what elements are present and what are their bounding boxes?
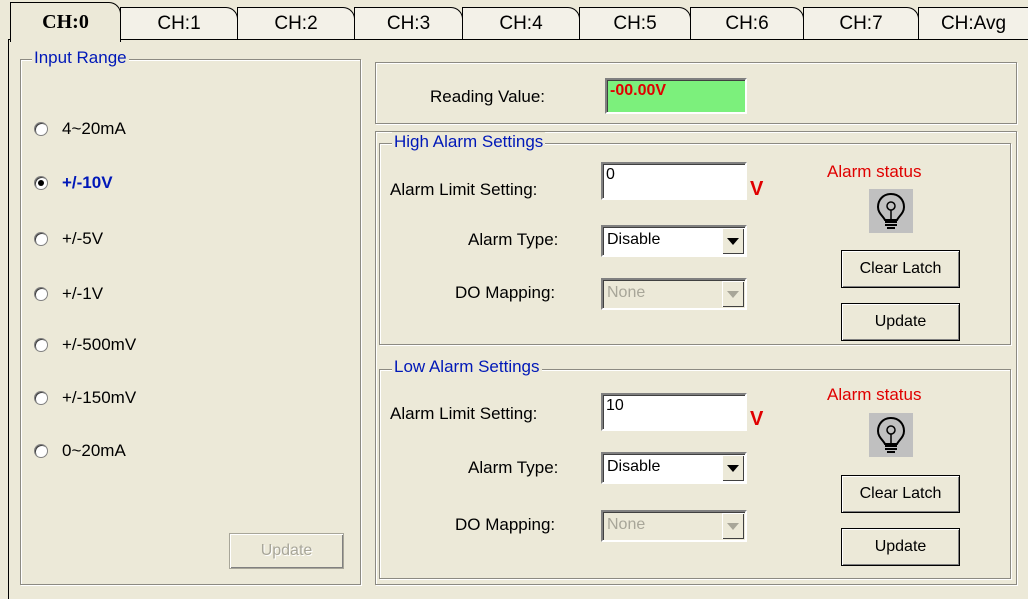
low-alarm-clear-latch-button[interactable]: Clear Latch <box>841 475 960 513</box>
input-range-option-label: +/-1V <box>62 284 104 303</box>
input-range-option[interactable]: 0~20mA <box>34 441 126 461</box>
input-range-legend: Input Range <box>32 48 129 68</box>
tab-ch1[interactable]: CH:1 <box>120 7 238 40</box>
low-alarm-limit-input[interactable]: 10 <box>601 393 747 431</box>
input-range-option[interactable]: 4~20mA <box>34 119 126 139</box>
radio-button[interactable] <box>34 232 48 246</box>
input-range-option-label: +/-10V <box>62 173 113 192</box>
chevron-down-icon[interactable] <box>722 281 744 307</box>
lightbulb-icon <box>869 189 913 233</box>
high-alarm-type-label: Alarm Type: <box>468 230 559 249</box>
tab-ch3[interactable]: CH:3 <box>354 7 463 40</box>
low-alarm-do-label: DO Mapping: <box>455 515 556 534</box>
high-alarm-type-value: Disable <box>607 231 661 248</box>
input-range-option[interactable]: +/-150mV <box>34 388 136 408</box>
radio-button[interactable] <box>34 176 48 190</box>
tab-ch2[interactable]: CH:2 <box>237 7 355 40</box>
high-alarm-status-label: Alarm status <box>827 162 922 181</box>
high-alarm-do-select[interactable]: None <box>601 278 747 310</box>
low-alarm-do-select[interactable]: None <box>601 510 747 542</box>
tab-ch6[interactable]: CH:6 <box>690 7 804 40</box>
low-alarm-limit-label: Alarm Limit Setting: <box>390 404 538 423</box>
low-alarm-type-select[interactable]: Disable <box>601 452 747 484</box>
low-alarm-do-value: None <box>607 516 646 533</box>
low-alarm-type-value: Disable <box>607 458 661 475</box>
low-alarm-status-label: Alarm status <box>827 385 922 404</box>
high-alarm-legend: High Alarm Settings <box>392 132 546 152</box>
reading-value-label: Reading Value: <box>430 87 545 106</box>
tab-ch-avg[interactable]: CH:Avg <box>918 7 1028 40</box>
high-alarm-limit-input[interactable]: 0 <box>601 162 747 200</box>
chevron-down-icon[interactable] <box>722 228 744 254</box>
radio-button[interactable] <box>34 391 48 405</box>
high-alarm-unit: V <box>750 178 764 200</box>
input-range-option-label: 4~20mA <box>62 119 126 138</box>
input-range-option-label: +/-150mV <box>62 388 137 407</box>
high-alarm-limit-label: Alarm Limit Setting: <box>390 180 538 199</box>
high-alarm-do-value: None <box>607 284 646 301</box>
chevron-down-icon[interactable] <box>722 455 744 481</box>
chevron-down-icon[interactable] <box>722 513 744 539</box>
low-alarm-legend: Low Alarm Settings <box>392 357 542 377</box>
input-range-option-label: +/-5V <box>62 229 104 248</box>
low-alarm-unit: V <box>750 408 764 430</box>
reading-value-display: -00.00V <box>605 78 747 114</box>
tab-ch7[interactable]: CH:7 <box>803 7 919 40</box>
input-range-option[interactable]: +/-500mV <box>34 335 136 355</box>
radio-button[interactable] <box>34 122 48 136</box>
input-range-update-button[interactable]: Update <box>229 533 344 569</box>
tab-ch4[interactable]: CH:4 <box>462 7 580 40</box>
high-alarm-update-button[interactable]: Update <box>841 303 960 341</box>
tab-ch5[interactable]: CH:5 <box>579 7 691 40</box>
radio-button[interactable] <box>34 338 48 352</box>
input-range-option-label: +/-500mV <box>62 335 137 354</box>
channel-tabs: CH:0 CH:1 CH:2 CH:3 CH:4 CH:5 CH:6 CH:7 … <box>0 0 1028 42</box>
input-range-option[interactable]: +/-1V <box>34 284 103 304</box>
high-alarm-clear-latch-button[interactable]: Clear Latch <box>841 250 960 288</box>
tab-ch0[interactable]: CH:0 <box>10 2 121 42</box>
low-alarm-update-button[interactable]: Update <box>841 528 960 566</box>
high-alarm-do-label: DO Mapping: <box>455 283 556 302</box>
input-range-option[interactable]: +/-10V <box>34 173 113 193</box>
radio-button[interactable] <box>34 444 48 458</box>
lightbulb-icon <box>869 413 913 457</box>
input-range-option-label: 0~20mA <box>62 441 126 460</box>
high-alarm-type-select[interactable]: Disable <box>601 225 747 257</box>
low-alarm-type-label: Alarm Type: <box>468 458 559 477</box>
radio-button[interactable] <box>34 287 48 301</box>
input-range-option[interactable]: +/-5V <box>34 229 103 249</box>
